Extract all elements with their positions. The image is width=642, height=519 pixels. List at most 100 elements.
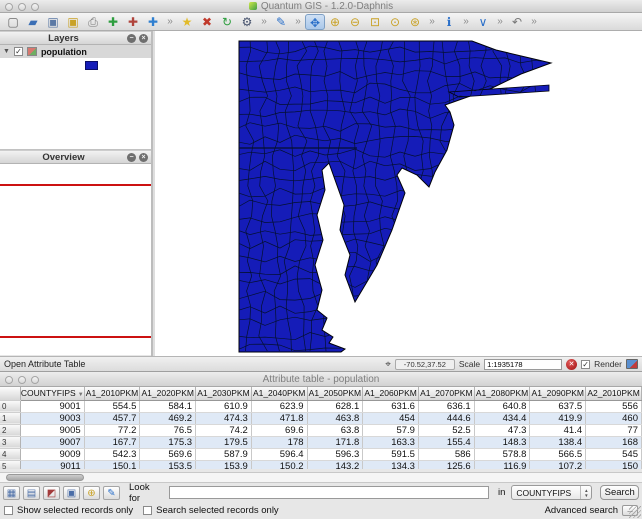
- horizontal-scrollbar[interactable]: [0, 472, 642, 483]
- table-cell: 9009: [20, 448, 85, 461]
- table-row[interactable]: 0 9001 554.5 584.1 610.9 623.9 628.1 631.6 636.1…: [0, 400, 642, 413]
- column-header-A1_2040PKM[interactable]: A1_2040PKM: [251, 387, 308, 401]
- table-corner-cell[interactable]: [0, 387, 21, 401]
- layer-expand-icon[interactable]: ▼: [3, 48, 10, 55]
- attr-minimize-button[interactable]: [18, 376, 26, 384]
- toolbar-overflow-chevron[interactable]: »: [493, 14, 507, 30]
- window-resize-grip[interactable]: [629, 506, 641, 518]
- attribute-table-toolbar: ▦ ▤ ◩ ▣ ⊕ ✎ Look for in COUNTYFIPS ▲ ▼ Search: [0, 482, 642, 504]
- pan-map-button-icon[interactable]: ✥: [305, 13, 325, 30]
- copy-selected-rows-button-icon[interactable]: ▣: [63, 485, 80, 500]
- horizontal-scrollbar-thumb[interactable]: [6, 474, 84, 481]
- column-header-A1_2080PKM[interactable]: A1_2080PKM: [474, 387, 531, 401]
- table-cell: 155.4: [418, 436, 475, 449]
- toolbar-overflow-chevron[interactable]: »: [425, 14, 439, 30]
- table-cell: 9001: [20, 400, 85, 413]
- field-selector[interactable]: COUNTYFIPS ▲ ▼: [511, 485, 593, 500]
- new-bookmark-button-icon[interactable]: ★: [177, 14, 197, 30]
- column-header-A2_2010PKM[interactable]: A2_2010PKM: [585, 387, 642, 401]
- close-window-button[interactable]: [5, 3, 13, 11]
- row-header[interactable]: 1: [0, 412, 21, 425]
- zoom-in-button-icon[interactable]: ⊕: [325, 14, 345, 30]
- layer-item-population[interactable]: ▼ ✓ population: [0, 45, 151, 58]
- minimize-window-button[interactable]: [18, 3, 26, 11]
- zoom-window-button[interactable]: [31, 3, 39, 11]
- search-selected-checkbox[interactable]: [143, 506, 153, 515]
- main-area: Layers − × ▼ ✓ population Overview − ×: [0, 31, 642, 356]
- new-vector-layer-button-icon[interactable]: ✚: [143, 14, 163, 30]
- layers-panel-undock-icon[interactable]: −: [127, 33, 136, 43]
- column-header-A1_2020PKM[interactable]: A1_2020PKM: [139, 387, 197, 401]
- zoom-to-selection-button-icon[interactable]: ⊡: [365, 14, 385, 30]
- row-header[interactable]: 0: [0, 400, 21, 413]
- zoom-out-button-icon[interactable]: ⊖: [345, 14, 365, 30]
- toolbar-overflow-chevron[interactable]: »: [291, 14, 305, 30]
- options-button-icon[interactable]: ⚙: [237, 14, 257, 30]
- attr-zoom-button[interactable]: [31, 376, 39, 384]
- open-project-button-icon[interactable]: ▰: [23, 14, 43, 30]
- identify-features-button-icon[interactable]: ℹ: [439, 14, 459, 30]
- overview-panel-close-icon[interactable]: ×: [139, 152, 148, 162]
- remove-layer-button-icon[interactable]: ✖: [197, 14, 217, 30]
- stop-render-button[interactable]: ✕: [566, 358, 578, 370]
- layers-panel-body: ▼ ✓ population: [0, 45, 151, 150]
- attr-close-button[interactable]: [5, 376, 13, 384]
- add-vector-layer-button-icon[interactable]: ✚: [103, 14, 123, 30]
- row-header[interactable]: 4: [0, 448, 21, 461]
- table-row[interactable]: 2 9005 77.2 76.5 74.2 69.6 63.8 57.9 52.5 47.3 41.…: [0, 424, 642, 437]
- toggle-editing-button-icon[interactable]: ✎: [103, 485, 120, 500]
- coordinates-display: -70.52,37.52: [394, 358, 455, 370]
- row-header[interactable]: 3: [0, 436, 21, 449]
- toolbar-overflow-chevron[interactable]: »: [527, 14, 541, 30]
- scale-input[interactable]: [484, 358, 563, 370]
- measure-line-button-icon[interactable]: ∨: [473, 14, 493, 30]
- add-to-overview-button-icon[interactable]: ↻: [217, 14, 237, 30]
- table-cell: 175.3: [139, 436, 197, 449]
- attribute-table-titlebar: Attribute table - population: [0, 372, 642, 387]
- map-canvas[interactable]: [155, 31, 642, 356]
- projection-icon[interactable]: [626, 359, 638, 369]
- zoom-full-button-icon[interactable]: ⊛: [405, 14, 425, 30]
- save-project-button-icon[interactable]: ▣: [43, 14, 63, 30]
- column-header-A1_2070PKM[interactable]: A1_2070PKM: [418, 387, 475, 401]
- row-header[interactable]: 2: [0, 424, 21, 437]
- zoom-last-button-icon[interactable]: ⊙: [385, 14, 405, 30]
- layer-visibility-checkbox[interactable]: ✓: [13, 47, 23, 56]
- new-project-button-icon[interactable]: ▢: [3, 14, 23, 30]
- table-row[interactable]: 1 9003 457.7 469.2 474.3 471.8 463.8 454 444.6 43…: [0, 412, 642, 425]
- column-header-A1_2010PKM[interactable]: A1_2010PKM: [84, 387, 141, 401]
- invert-selection-button-icon[interactable]: ◩: [43, 485, 60, 500]
- add-raster-layer-button-icon[interactable]: ✚: [123, 14, 143, 30]
- column-header-COUNTYFIPS[interactable]: COUNTYFIPS ▼: [20, 387, 85, 401]
- render-checkbox[interactable]: ✓: [581, 359, 591, 369]
- move-selection-to-top-button-icon[interactable]: ▤: [23, 485, 40, 500]
- save-project-as-button-icon[interactable]: ▣: [63, 14, 83, 30]
- table-cell: 150.2: [251, 460, 308, 469]
- row-header[interactable]: 5: [0, 460, 21, 469]
- search-button[interactable]: Search: [600, 485, 640, 500]
- column-header-A1_2050PKM[interactable]: A1_2050PKM: [307, 387, 364, 401]
- attribute-window-controls: [5, 376, 39, 384]
- column-header-A1_2030PKM[interactable]: A1_2030PKM: [195, 387, 252, 401]
- toolbar-overflow-chevron[interactable]: »: [257, 14, 271, 30]
- column-header-A1_2090PKM[interactable]: A1_2090PKM: [529, 387, 587, 401]
- show-selected-checkbox[interactable]: [4, 506, 13, 515]
- toolbar-overflow-chevron[interactable]: »: [163, 14, 177, 30]
- table-cell: 640.8: [474, 400, 531, 413]
- coordinate-capture-icon[interactable]: ⌖: [385, 359, 391, 370]
- map-view[interactable]: [155, 31, 642, 356]
- table-row[interactable]: 5 9011 150.1 153.5 153.9 150.2 143.2 134.3 125.6…: [0, 460, 642, 469]
- print-composer-button-icon[interactable]: ⎙: [83, 14, 103, 30]
- layers-panel-close-icon[interactable]: ×: [139, 33, 148, 43]
- table-row[interactable]: 3 9007 167.7 175.3 179.5 178 171.8 163.3 155.4 14…: [0, 436, 642, 449]
- table-row[interactable]: 4 9009 542.3 569.6 587.9 596.4 596.3 591.5 586 57…: [0, 448, 642, 461]
- edit-pencil-button-icon[interactable]: ✎: [271, 14, 291, 30]
- unselect-all-button-icon[interactable]: ▦: [3, 485, 20, 500]
- undo-button-icon[interactable]: ↶: [507, 14, 527, 30]
- toolbar-overflow-chevron[interactable]: »: [459, 14, 473, 30]
- look-for-input[interactable]: [169, 486, 489, 499]
- overview-panel-undock-icon[interactable]: −: [127, 152, 136, 162]
- zoom-to-selected-button-icon[interactable]: ⊕: [83, 485, 100, 500]
- overview-panel-body[interactable]: [0, 164, 151, 355]
- column-header-A1_2060PKM[interactable]: A1_2060PKM: [362, 387, 419, 401]
